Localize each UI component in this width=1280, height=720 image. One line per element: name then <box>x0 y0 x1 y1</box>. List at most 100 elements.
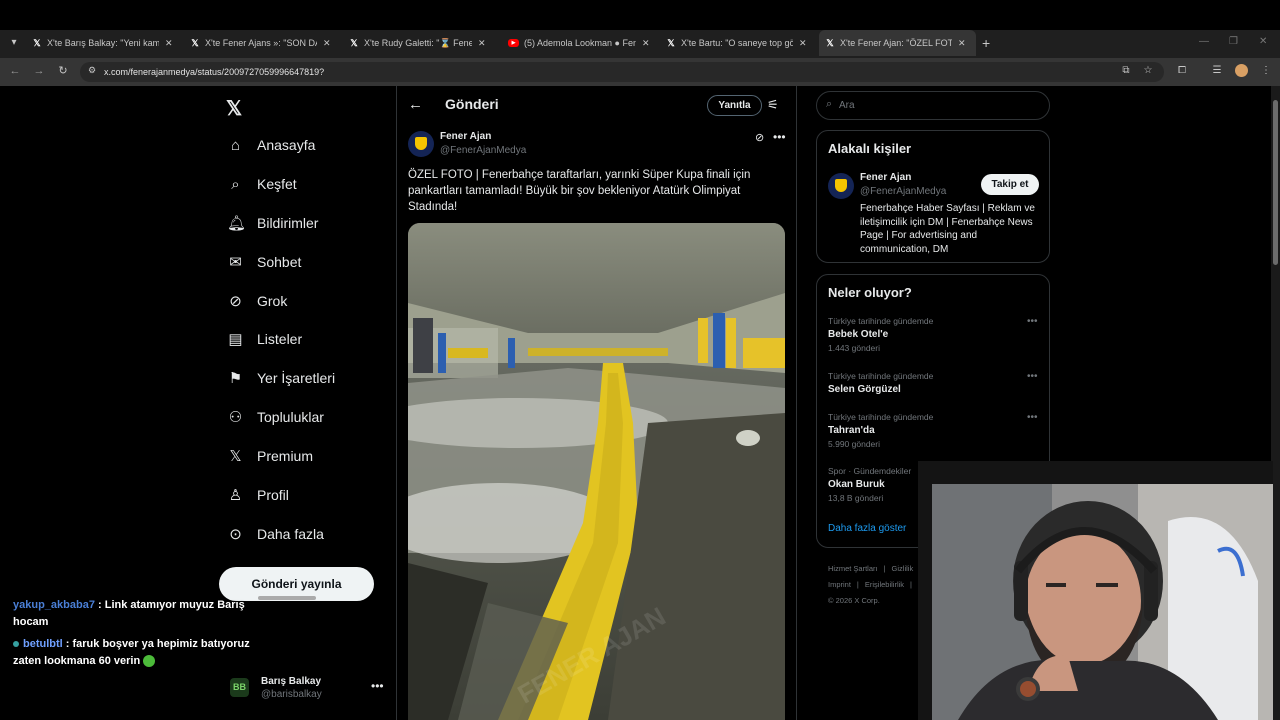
install-app-icon[interactable]: ⧉ <box>1119 64 1133 78</box>
close-icon[interactable]: ✕ <box>958 38 966 49</box>
nav-label: Premium <box>257 448 314 464</box>
nav-lists[interactable]: ▤ Listeler <box>227 328 302 350</box>
browser-tab[interactable]: 𝕏 X'te Rudy Galetti: "⌛ Fener ✕ <box>349 33 486 53</box>
reading-list-icon[interactable]: ☰ <box>1210 64 1224 78</box>
tweet-author-name[interactable]: Fener Ajan <box>440 131 491 142</box>
grok-icon[interactable]: ⊘ <box>755 131 764 144</box>
trend-count: 1.443 gönderi <box>828 343 880 353</box>
tab-search-chevron-icon[interactable]: ▾ <box>6 35 22 51</box>
back-icon[interactable]: ← <box>7 63 23 79</box>
close-icon[interactable]: ✕ <box>478 38 486 49</box>
tab-title: X'te Fener Ajans »: "SON DAKİ <box>205 38 317 48</box>
nav-communities[interactable]: ⚇ Topluluklar <box>227 406 324 428</box>
close-icon[interactable]: ✕ <box>642 38 650 49</box>
footer-link[interactable]: Hizmet Şartları <box>828 564 878 573</box>
footer-link[interactable]: Erişilebilirlik <box>865 580 904 589</box>
avatar: BB <box>230 678 249 697</box>
nav-label: Bildirimler <box>257 215 319 231</box>
trend-count: 5.990 gönderi <box>828 439 880 449</box>
page-title: Gönderi <box>445 96 499 112</box>
trend-item[interactable]: Türkiye tarihinde gündemde Selen Görgüze… <box>828 371 1043 395</box>
minimize-icon[interactable]: — <box>1199 36 1209 47</box>
grok-icon: ⊘ <box>229 292 242 310</box>
nav-label: Sohbet <box>257 254 302 270</box>
tweet-author-handle[interactable]: @FenerAjanMedya <box>440 145 526 156</box>
search-icon: ⌕ <box>231 175 240 193</box>
tab-title: X'te Bartu: "O saneye top göste <box>681 38 793 48</box>
x-logo-icon[interactable]: 𝕏 <box>226 96 242 121</box>
avatar[interactable] <box>408 131 434 157</box>
nav-explore[interactable]: ⌕ Keşfet <box>227 173 296 195</box>
follow-button[interactable]: Takip et <box>981 174 1039 195</box>
close-icon[interactable]: ✕ <box>165 38 173 49</box>
nav-profile[interactable]: ♙ Profil <box>227 484 289 506</box>
forward-icon[interactable]: → <box>31 63 47 79</box>
more-icon[interactable]: ••• <box>1027 412 1038 423</box>
nav-grok[interactable]: ⊘ Grok <box>227 290 287 312</box>
nav-bookmarks[interactable]: ⚑ Yer İşaretleri <box>227 367 335 389</box>
close-icon[interactable]: ✕ <box>323 38 331 49</box>
nav-label: Profil <box>257 487 289 503</box>
trend-item[interactable]: Türkiye tarihinde gündemde Tahran'da 5.9… <box>828 412 1043 449</box>
extensions-icon[interactable]: ⧠ <box>1175 64 1189 78</box>
communities-icon: ⚇ <box>228 408 243 426</box>
footer-link[interactable]: Gizlilik <box>892 564 914 573</box>
nav-premium[interactable]: 𝕏 Premium <box>227 445 313 467</box>
tab-title: (5) Ademola Lookman ● Fener <box>524 38 636 48</box>
related-name[interactable]: Fener Ajan <box>860 172 911 183</box>
account-switcher[interactable]: BB Barış Balkay @barisbalkay ••• <box>230 676 384 702</box>
footer-link[interactable]: Imprint <box>828 580 851 589</box>
show-more-link[interactable]: Daha fazla göster <box>828 523 906 534</box>
back-arrow-icon[interactable]: ← <box>408 96 423 113</box>
nav-label: Listeler <box>257 331 303 347</box>
chat-message: betulbtl : faruk boşver ya hepimiz batıy… <box>13 636 273 670</box>
badge-icon <box>13 641 19 647</box>
account-handle: @barisbalkay <box>261 689 322 700</box>
related-handle[interactable]: @FenerAjanMedya <box>860 186 946 197</box>
chat-username: yakup_akbaba7 <box>13 599 95 611</box>
trend-item[interactable]: Türkiye tarihinde gündemde Bebek Otel'e … <box>828 316 1043 353</box>
nav-home[interactable]: ⌂ Anasayfa <box>227 134 315 156</box>
browser-tab[interactable]: 𝕏 X'te Barış Balkay: "Yeni kamera ✕ <box>32 33 173 53</box>
scrollbar-thumb[interactable] <box>1273 100 1278 265</box>
more-icon[interactable]: ••• <box>371 679 384 693</box>
chat-username: betulbtl <box>23 638 63 650</box>
reload-icon[interactable]: ↻ <box>55 63 71 79</box>
footer-separator: | <box>910 580 912 589</box>
address-bar[interactable]: ⚙ x.com/fenerajanmedya/status/2009727059… <box>80 62 1164 82</box>
more-icon[interactable]: ••• <box>1027 316 1038 327</box>
search-placeholder: Ara <box>839 100 855 111</box>
related-people-card: Alakalı kişiler Fener Ajan @FenerAjanMed… <box>816 130 1050 263</box>
tab-title: X'te Rudy Galetti: "⌛ Fener <box>364 37 472 48</box>
title-strip <box>0 0 1280 30</box>
more-icon[interactable]: ••• <box>1027 371 1038 382</box>
site-info-icon[interactable]: ⚙ <box>88 65 96 76</box>
trend-context: Türkiye tarihinde gündemde <box>828 316 934 326</box>
avatar[interactable] <box>828 173 854 199</box>
url-text: x.com/fenerajanmedya/status/200972705999… <box>104 67 325 77</box>
x-icon: 𝕏 <box>667 38 675 48</box>
search-input[interactable]: ⌕ Ara <box>816 91 1050 120</box>
column-divider <box>796 86 797 720</box>
nav-more[interactable]: ⊙ Daha fazla <box>227 523 324 545</box>
browser-tab[interactable]: 𝕏 X'te Fener Ajans »: "SON DAKİ ✕ <box>190 33 331 53</box>
browser-tab[interactable]: 𝕏 X'te Bartu: "O saneye top göste ✕ <box>666 33 807 53</box>
browser-tab[interactable]: ▶ (5) Ademola Lookman ● Fener ✕ <box>508 33 650 53</box>
sliders-icon[interactable]: ⚟ <box>767 97 779 113</box>
search-icon: ⌕ <box>826 98 833 110</box>
maximize-icon[interactable]: ❐ <box>1229 36 1238 47</box>
nav-notifications[interactable]: 🔔︎ Bildirimler <box>227 212 318 234</box>
reply-button[interactable]: Yanıtla <box>707 95 762 116</box>
browser-tab-active[interactable]: 𝕏 X'te Fener Ajan: "ÖZEL FOTO | F ✕ <box>819 30 976 56</box>
star-icon[interactable]: ☆ <box>1141 64 1155 78</box>
more-icon[interactable]: ••• <box>773 130 786 144</box>
nav-label: Grok <box>257 293 288 309</box>
profile-avatar[interactable] <box>1235 64 1248 77</box>
new-tab-icon[interactable]: + <box>982 35 990 51</box>
footer-separator: | <box>856 580 859 589</box>
menu-icon[interactable]: ⋮ <box>1259 64 1273 78</box>
close-icon[interactable]: ✕ <box>799 38 807 49</box>
window-close-icon[interactable]: ✕ <box>1259 36 1267 47</box>
nav-messages[interactable]: ✉ Sohbet <box>227 251 301 273</box>
tweet-photo[interactable]: FENER AJAN <box>408 223 785 720</box>
